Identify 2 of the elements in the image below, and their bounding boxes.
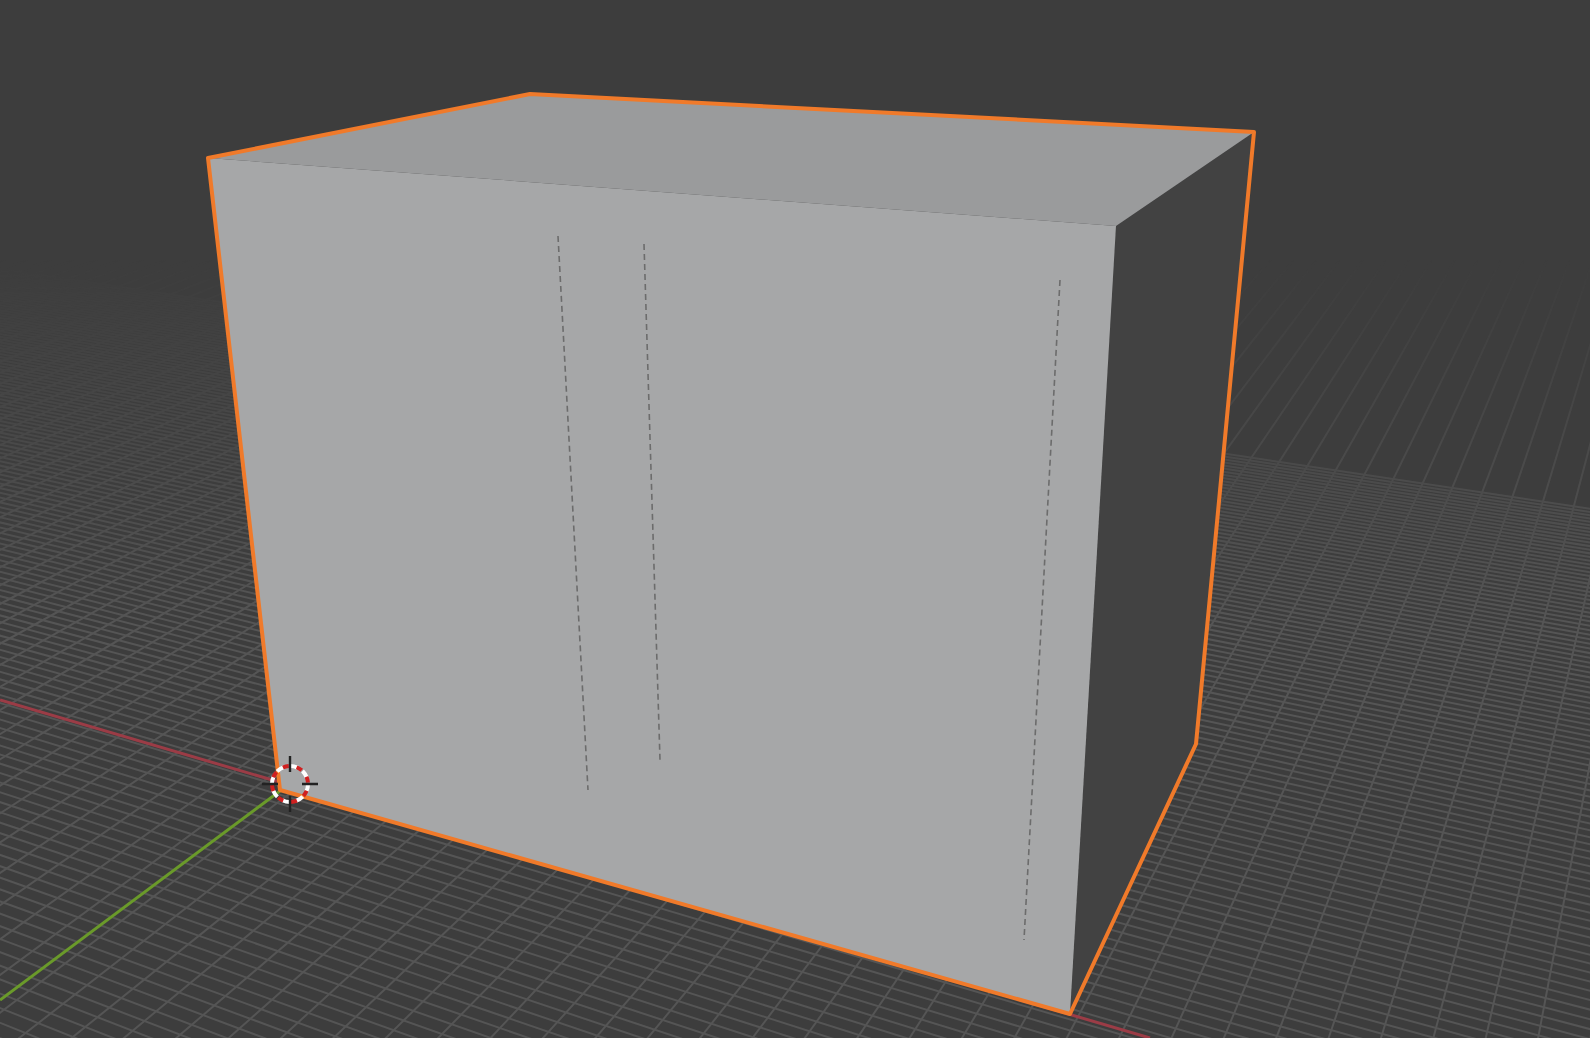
cursor-3d-icon — [260, 754, 320, 814]
cube-drawing[interactable] — [206, 92, 1256, 1016]
